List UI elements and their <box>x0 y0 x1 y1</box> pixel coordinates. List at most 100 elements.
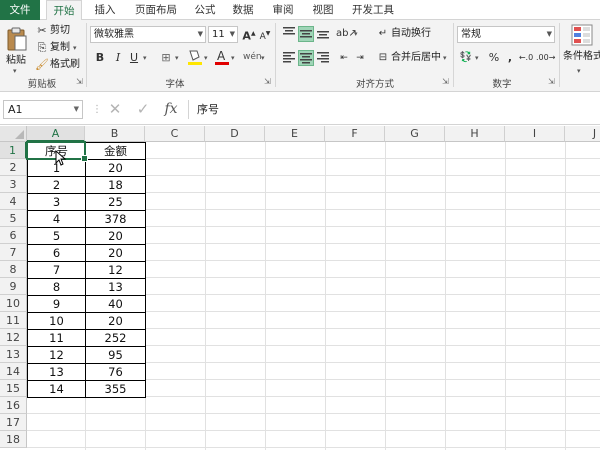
row-header-4[interactable]: 4 <box>0 193 27 210</box>
orientation-dropdown-icon[interactable]: ▾ <box>354 27 358 41</box>
column-header-e[interactable]: E <box>265 126 325 142</box>
row-header-17[interactable]: 17 <box>0 414 27 431</box>
border-icon[interactable]: ⊞ <box>158 50 174 66</box>
orientation-icon[interactable]: ab↗ <box>336 26 357 42</box>
table-cell[interactable]: 13 <box>85 278 145 295</box>
border-dropdown-icon[interactable]: ▾ <box>175 51 179 65</box>
row-header-9[interactable]: 9 <box>0 278 27 295</box>
align-left-icon[interactable] <box>281 50 297 66</box>
wrap-text-icon[interactable]: ↵ <box>375 26 391 42</box>
row-header-2[interactable]: 2 <box>0 159 27 176</box>
row-header-14[interactable]: 14 <box>0 363 27 380</box>
align-top-icon[interactable] <box>281 26 297 42</box>
column-header-f[interactable]: F <box>325 126 385 142</box>
table-cell[interactable]: 金额 <box>85 142 145 159</box>
row-header-16[interactable]: 16 <box>0 397 27 414</box>
font-color-icon[interactable]: A <box>214 48 230 65</box>
align-center-icon[interactable] <box>298 50 314 66</box>
table-cell[interactable]: 9 <box>27 295 85 312</box>
more-options-icon[interactable]: ⋮ <box>88 100 106 119</box>
align-bottom-icon[interactable] <box>315 26 331 42</box>
tab-developer[interactable]: 开发工具 <box>346 0 400 20</box>
tab-file[interactable]: 文件 <box>0 0 40 20</box>
bold-button[interactable]: B <box>92 50 108 66</box>
row-header-7[interactable]: 7 <box>0 244 27 261</box>
copy-button[interactable]: 复制 <box>50 41 70 55</box>
table-cell[interactable]: 95 <box>85 346 145 363</box>
table-cell[interactable]: 10 <box>27 312 85 329</box>
table-cell[interactable]: 20 <box>85 227 145 244</box>
decrease-decimal-icon[interactable]: .00→ <box>536 50 555 66</box>
row-header-1[interactable]: 1 <box>0 142 27 159</box>
table-cell[interactable]: 4 <box>27 210 85 227</box>
font-size-combo[interactable]: 11 ▼ <box>208 26 238 43</box>
decrease-font-icon[interactable]: A▼ <box>257 26 273 42</box>
row-header-8[interactable]: 8 <box>0 261 27 278</box>
table-cell[interactable]: 76 <box>85 363 145 380</box>
table-cell[interactable]: 14 <box>27 380 85 397</box>
tab-page-layout[interactable]: 页面布局 <box>130 0 182 20</box>
column-header-h[interactable]: H <box>445 126 505 142</box>
row-header-11[interactable]: 11 <box>0 312 27 329</box>
cell-area[interactable]: 序号金额120218325437852062071281394010201125… <box>26 141 600 450</box>
row-header-12[interactable]: 12 <box>0 329 27 346</box>
table-cell[interactable]: 18 <box>85 176 145 193</box>
table-cell[interactable]: 20 <box>85 312 145 329</box>
row-header-10[interactable]: 10 <box>0 295 27 312</box>
phonetic-dropdown-icon[interactable]: ▾ <box>261 51 265 65</box>
copy-dropdown-icon[interactable]: ▾ <box>73 41 77 55</box>
table-cell[interactable]: 13 <box>27 363 85 380</box>
insert-function-icon[interactable]: fx <box>162 100 180 119</box>
name-box[interactable]: A1 ▼ <box>3 100 83 119</box>
tab-insert[interactable]: 插入 <box>90 0 120 20</box>
wrap-text-button[interactable]: 自动换行 <box>391 27 431 41</box>
fill-color-dropdown-icon[interactable]: ▾ <box>204 51 208 65</box>
cut-icon[interactable]: ✂ <box>34 23 50 39</box>
table-cell[interactable]: 6 <box>27 244 85 261</box>
font-launcher-icon[interactable]: ⇲ <box>264 78 272 86</box>
enter-icon[interactable]: ✓ <box>134 100 152 119</box>
tab-home[interactable]: 开始 <box>46 0 82 21</box>
table-cell[interactable]: 12 <box>27 346 85 363</box>
select-all-button[interactable] <box>0 126 27 142</box>
row-header-3[interactable]: 3 <box>0 176 27 193</box>
align-right-icon[interactable] <box>315 50 331 66</box>
merge-dropdown-icon[interactable]: ▾ <box>443 51 447 65</box>
table-cell[interactable]: 8 <box>27 278 85 295</box>
cut-button[interactable]: 剪切 <box>50 24 70 38</box>
table-cell[interactable]: 40 <box>85 295 145 312</box>
table-cell[interactable]: 378 <box>85 210 145 227</box>
increase-decimal-icon[interactable]: ←.0 <box>518 50 534 66</box>
fill-color-icon[interactable] <box>187 48 203 65</box>
row-header-18[interactable]: 18 <box>0 431 27 448</box>
merge-center-icon[interactable]: ⊟ <box>375 50 391 66</box>
accounting-dropdown-icon[interactable]: ▾ <box>475 51 479 65</box>
format-painter-button[interactable]: 格式刷 <box>50 58 80 72</box>
clipboard-launcher-icon[interactable]: ⇲ <box>76 78 84 86</box>
conditional-format-icon[interactable] <box>571 24 593 46</box>
underline-dropdown-icon[interactable]: ▾ <box>143 51 147 65</box>
conditional-dropdown-icon[interactable]: ▾ <box>577 64 581 78</box>
tab-data[interactable]: 数据 <box>228 0 258 20</box>
underline-button[interactable]: U <box>126 50 142 66</box>
number-launcher-icon[interactable]: ⇲ <box>548 78 556 86</box>
cancel-icon[interactable]: ✕ <box>106 100 124 119</box>
align-middle-icon[interactable] <box>298 26 314 42</box>
format-painter-icon[interactable]: 🖌 <box>34 57 50 73</box>
table-cell[interactable]: 12 <box>85 261 145 278</box>
paste-icon[interactable] <box>6 26 28 52</box>
tab-review[interactable]: 审阅 <box>268 0 298 20</box>
table-cell[interactable]: 11 <box>27 329 85 346</box>
number-format-combo[interactable]: 常规 ▼ <box>457 26 555 43</box>
tab-formulas[interactable]: 公式 <box>190 0 220 20</box>
column-header-c[interactable]: C <box>145 126 205 142</box>
formula-input[interactable]: 序号 <box>188 100 600 119</box>
table-cell[interactable]: 20 <box>85 159 145 176</box>
font-color-dropdown-icon[interactable]: ▾ <box>231 51 235 65</box>
table-cell[interactable]: 2 <box>27 176 85 193</box>
row-header-13[interactable]: 13 <box>0 346 27 363</box>
row-header-5[interactable]: 5 <box>0 210 27 227</box>
italic-button[interactable]: I <box>110 50 126 66</box>
column-header-b[interactable]: B <box>85 126 145 142</box>
alignment-launcher-icon[interactable]: ⇲ <box>442 78 450 86</box>
